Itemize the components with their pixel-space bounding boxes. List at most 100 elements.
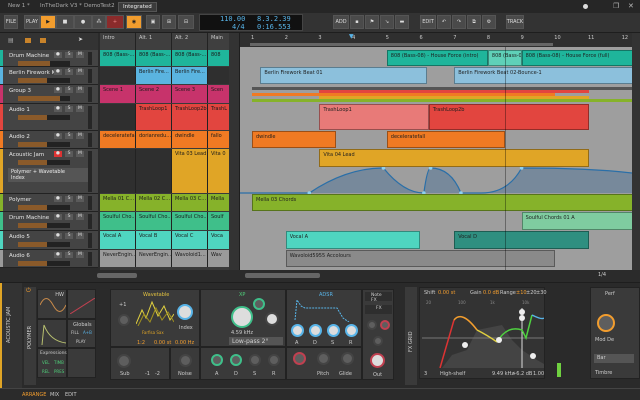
record-arm-button[interactable]: ●: [54, 133, 62, 139]
arranger-clip[interactable]: Soulful Chords 01 A: [521, 212, 633, 230]
track-name[interactable]: Polymer: [9, 197, 31, 203]
mute-button[interactable]: M: [76, 106, 84, 112]
sub-octave-2[interactable]: -2: [155, 371, 160, 377]
launcher-clip[interactable]: [100, 67, 136, 84]
track-header[interactable]: Acoustic Jam ● S M Polymer + Wavetable Index: [0, 149, 98, 194]
glide-knob[interactable]: [341, 352, 354, 365]
launcher-scrollbar[interactable]: [97, 273, 137, 278]
filter-env-knob[interactable]: [268, 354, 280, 366]
launcher-clip[interactable]: Vocal C: [172, 231, 208, 249]
launcher-clip[interactable]: Soulful Cho...: [100, 212, 136, 230]
solo-button[interactable]: S: [65, 196, 73, 202]
filter-env-knob[interactable]: [211, 354, 223, 366]
launcher-clip[interactable]: Scene 3: [172, 85, 208, 103]
punch-button[interactable]: ▣: [146, 15, 160, 29]
mute-button[interactable]: M: [76, 87, 84, 93]
mute-button[interactable]: M: [76, 233, 84, 239]
expressions-modulator[interactable]: Expressions VEL TIMB REL PRES: [37, 348, 67, 378]
power-icon[interactable]: ⏻: [26, 287, 31, 295]
range-20[interactable]: ±20: [526, 290, 537, 296]
macro-modulator[interactable]: [67, 289, 96, 319]
settings-icon[interactable]: ⚙: [482, 15, 496, 29]
adsr-section[interactable]: ADSR ADSR: [286, 289, 362, 347]
band-frequency[interactable]: 9.49 kHz: [492, 371, 514, 377]
launcher-clip[interactable]: [136, 149, 172, 193]
record-arm-button[interactable]: ●: [54, 69, 62, 75]
filter-env-knob[interactable]: [230, 354, 242, 366]
tempo[interactable]: 110.00: [220, 16, 245, 23]
flag-icon[interactable]: ⚑: [365, 15, 379, 29]
arranger-scrollbar[interactable]: [245, 273, 320, 278]
launcher-clip[interactable]: Scene 2: [136, 85, 172, 103]
overdub-button[interactable]: +: [106, 15, 124, 29]
timeline-ruler[interactable]: ▼ 1 2 3 4 5 6 7 8 9 10 11 12: [240, 33, 632, 47]
adsr-knob[interactable]: [291, 324, 304, 337]
launcher-clip[interactable]: 808 (Bass-...: [136, 50, 172, 66]
track-name[interactable]: Drum Machine: [9, 53, 49, 59]
arranger-clip[interactable]: Berlin Firework Beat 01: [260, 67, 428, 84]
solo-button[interactable]: S: [65, 151, 73, 157]
solo-button[interactable]: S: [65, 214, 73, 220]
launcher-clip[interactable]: Vita 03 Lead: [172, 149, 208, 193]
track-button[interactable]: TRACK: [506, 15, 524, 29]
launcher-clip[interactable]: Mella 02 C...: [136, 194, 172, 211]
arranger-clip[interactable]: TrashLoop1: [319, 104, 429, 130]
mute-button[interactable]: M: [76, 196, 84, 202]
arranger-clip[interactable]: Vita 04 Lead: [319, 149, 589, 167]
mute-button[interactable]: M: [76, 252, 84, 258]
octave-value[interactable]: +1: [119, 302, 126, 308]
metronome-button[interactable]: ◉: [126, 15, 142, 29]
pointer-tool-icon[interactable]: ➤: [78, 36, 83, 43]
file-button[interactable]: FILE: [4, 15, 18, 29]
track-header[interactable]: Drum Machine ● S M: [0, 212, 98, 231]
sub-knob[interactable]: [117, 354, 131, 368]
pitch-mod-knob[interactable]: [293, 352, 306, 365]
folder-icon[interactable]: ▬: [395, 15, 409, 29]
solo-button[interactable]: S: [65, 133, 73, 139]
launcher-clip[interactable]: 808: [208, 50, 230, 66]
envelope-modulator[interactable]: [37, 319, 67, 348]
launcher-clip[interactable]: Mella 03 C...: [172, 194, 208, 211]
launcher-clip[interactable]: TrashLoop1: [136, 104, 172, 130]
arrange-view-button[interactable]: ARRANGE: [22, 392, 46, 398]
track-header[interactable]: Audio 5 ● S M: [0, 231, 98, 250]
arranger-clip[interactable]: Vocal D: [454, 231, 589, 249]
launcher-clip[interactable]: deceleratefall: [100, 131, 136, 148]
volume-fader[interactable]: [18, 115, 70, 120]
range-10[interactable]: ±10: [516, 290, 527, 296]
time-signature[interactable]: 4/4: [232, 24, 245, 31]
arranger-clip[interactable]: Wavoloid5955 Accolours: [285, 250, 556, 267]
tab-demotest2[interactable]: DemoTest2: [80, 2, 119, 12]
launcher-clip[interactable]: Berlin Fire...: [172, 67, 208, 84]
scene-3[interactable]: Main: [208, 33, 230, 50]
launcher-clip[interactable]: TrashLoop2b: [172, 104, 208, 130]
launcher-clip[interactable]: fallo: [208, 131, 230, 148]
tab-inthedark[interactable]: InTheDark V3 *: [36, 2, 86, 12]
width-knob[interactable]: [373, 336, 383, 346]
eq-device[interactable]: Shift 0.00 st Gain 0.0 dB Range ±10 ±20 …: [419, 287, 547, 379]
edit-view-button[interactable]: EDIT: [65, 392, 77, 398]
globals-modulator[interactable]: Globals FILL A+B PLAY: [67, 319, 96, 348]
launcher-clip[interactable]: Voca: [208, 231, 230, 249]
launcher-clip[interactable]: Soulful Cho...: [136, 212, 172, 230]
launcher-clip[interactable]: NeverEngin...: [100, 250, 136, 267]
volume-fader[interactable]: [18, 61, 70, 66]
view-toggle-icon[interactable]: [25, 38, 31, 43]
track-name[interactable]: Group 3: [9, 88, 31, 94]
mute-button[interactable]: M: [76, 69, 84, 75]
launcher-clip[interactable]: Berlin Fire...: [136, 67, 172, 84]
volume-fader[interactable]: [18, 223, 70, 228]
record-arm-button[interactable]: ●: [54, 106, 62, 112]
mod-depth-knob[interactable]: [597, 314, 615, 332]
gain-value[interactable]: 0.0 dB: [483, 290, 499, 296]
band-number[interactable]: 3: [424, 371, 427, 377]
adsr-knob[interactable]: [309, 324, 322, 337]
arranger-clip[interactable]: 808 (Bass-08) - House Force (full): [521, 50, 633, 66]
record-arm-button[interactable]: ●: [54, 233, 62, 239]
launcher-clip[interactable]: Vita 0: [208, 149, 230, 193]
track-name[interactable]: Audio 6: [9, 253, 30, 259]
view-toggle-icon[interactable]: [40, 38, 46, 43]
filter-knob[interactable]: [253, 298, 265, 310]
groove-button[interactable]: ⊟: [178, 15, 194, 29]
launcher-clip[interactable]: TrashL: [208, 104, 230, 130]
